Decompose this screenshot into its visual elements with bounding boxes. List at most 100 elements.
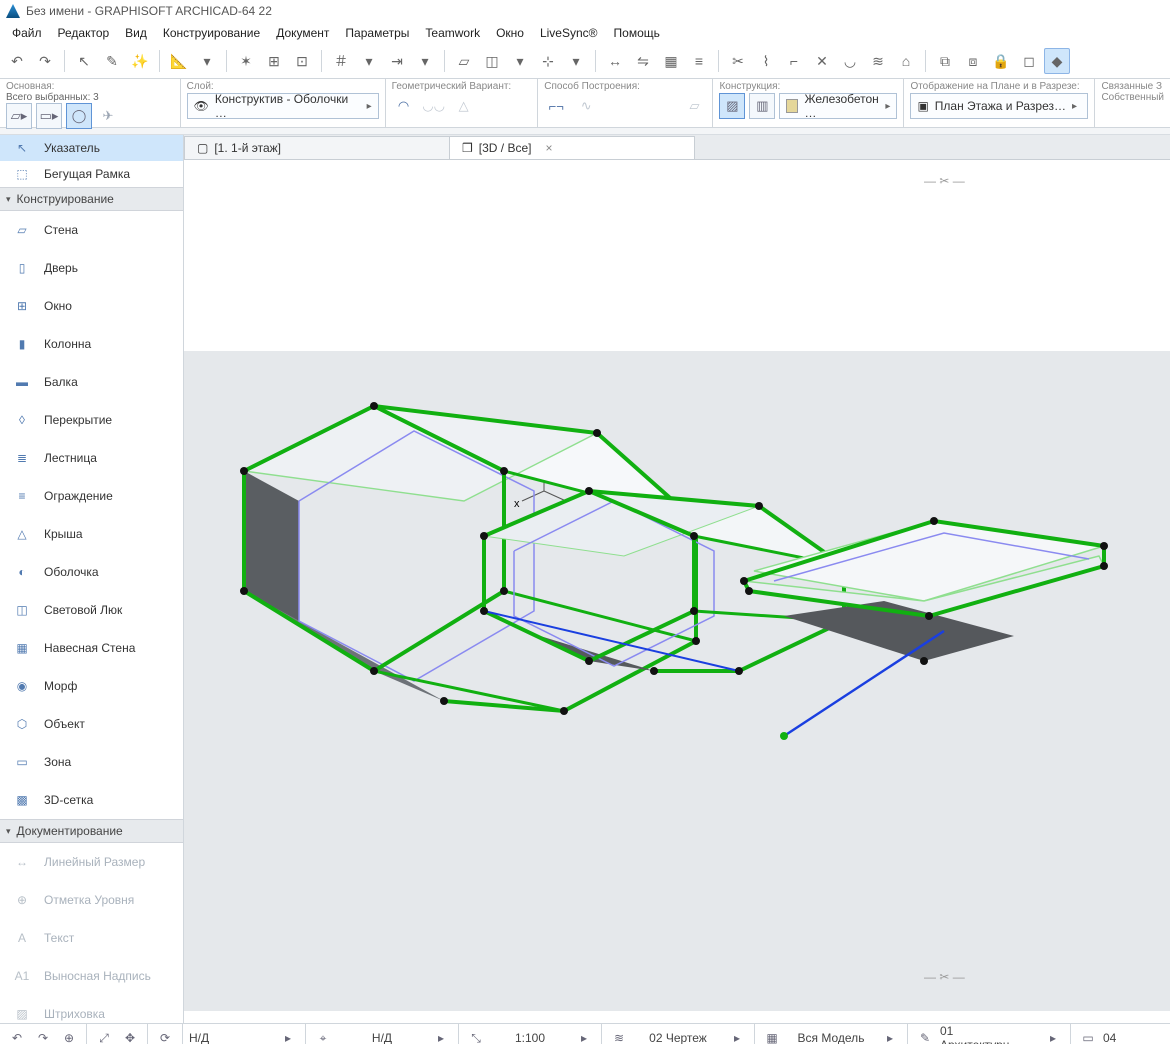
tool-wall[interactable]: ▱Стена [0,211,183,249]
fit-window-icon[interactable]: ⤢ [93,1027,115,1044]
intersect-icon[interactable]: ✕ [809,48,835,74]
align-icon[interactable]: ≡ [686,48,712,74]
menu-редактор[interactable]: Редактор [50,24,118,42]
pan-icon[interactable]: ✥ [119,1027,141,1044]
select-mode-1[interactable]: ▭▸ [36,103,62,129]
tool-pointer[interactable]: ↖ Указатель [0,135,183,161]
magic-icon[interactable]: ⌂ [893,48,919,74]
layer-selector[interactable]: 👁 Конструктив - Оболочки … ▸ [187,93,379,119]
tool-level[interactable]: ⊕Отметка Уровня [0,881,183,919]
chevron-right-icon[interactable]: ▸ [1042,1027,1064,1044]
plan-selector[interactable]: ▣ План Этажа и Разрез… ▸ [910,93,1088,119]
plane-icon[interactable]: ▱ [451,48,477,74]
geom-variant-3[interactable]: △ [452,94,476,118]
group2-icon[interactable]: ⧈ [960,48,986,74]
move-icon[interactable]: ↔ [602,48,628,74]
snap2-icon[interactable]: ⊞ [261,48,287,74]
section-documentation[interactable]: ▾ Документирование [0,819,183,843]
dropdown-icon[interactable]: ▾ [507,48,533,74]
lock-icon[interactable]: 🔒 [988,48,1014,74]
menu-документ[interactable]: Документ [268,24,337,42]
tool-slab[interactable]: ◊Перекрытие [0,401,183,439]
chevron-right-icon[interactable]: ▸ [277,1027,299,1044]
shell-settings-icon[interactable]: ▱▸ [6,103,32,129]
close-icon[interactable]: × [537,141,552,155]
menu-teamwork[interactable]: Teamwork [417,24,488,42]
chevron-right-icon[interactable]: ▸ [879,1027,901,1044]
page-icon[interactable]: ▭ [1077,1027,1099,1044]
camera-icon[interactable]: ⌖ [312,1027,334,1044]
arrow-icon[interactable]: ↖ [71,48,97,74]
tool-roof[interactable]: △Крыша [0,515,183,553]
tab-view[interactable]: ❒[3D / Все]× [449,136,695,159]
wand-icon[interactable]: ✨ [127,48,153,74]
fillet-icon[interactable]: ◡ [837,48,863,74]
material-selector[interactable]: Железобетон … ▸ [779,93,897,119]
redo-icon[interactable]: ↷ [32,48,58,74]
tool-beam[interactable]: ▬Балка [0,363,183,401]
orbit-icon[interactable]: ⟳ [154,1027,176,1044]
axes-icon[interactable]: ⊹ [535,48,561,74]
geom-variant-1[interactable]: ◠ [392,94,416,118]
tool-zone[interactable]: ▭Зона [0,743,183,781]
tool-fill[interactable]: ▨Штриховка [0,995,183,1023]
gridref-icon[interactable]: ▦ [658,48,684,74]
undo-icon[interactable]: ↶ [4,48,30,74]
tool-skylight[interactable]: ◫Световой Люк [0,591,183,629]
tool-door[interactable]: ▯Дверь [0,249,183,287]
tool-mesh[interactable]: ▩3D-сетка [0,781,183,819]
scale-icon[interactable]: ⤡ [465,1027,487,1044]
split-icon[interactable]: ⌇ [753,48,779,74]
tool-marquee[interactable]: ⬚ Бегущая Рамка [0,161,183,187]
menu-вид[interactable]: Вид [117,24,155,42]
chevron-right-icon[interactable]: ▸ [726,1027,748,1044]
guide-icon[interactable]: ⇥ [384,48,410,74]
suspend-icon[interactable]: ◻ [1016,48,1042,74]
construct-extra-icon[interactable]: ▱ [682,94,706,118]
tool-object[interactable]: ⬡Объект [0,705,183,743]
tool-text[interactable]: AТекст [0,919,183,957]
tool-morph[interactable]: ◉Морф [0,667,183,705]
struct-type-1[interactable]: ▨ [719,93,745,119]
group1-icon[interactable]: ⧉ [932,48,958,74]
pen-icon[interactable]: ✎ [914,1027,936,1044]
measure-icon[interactable]: ✎ [99,48,125,74]
planes-icon[interactable]: ◫ [479,48,505,74]
geom-variant-2[interactable]: ◡◡ [422,94,446,118]
tool-window[interactable]: ⊞Окно [0,287,183,325]
trim-icon[interactable]: ✂ [725,48,751,74]
tool-shell[interactable]: ◐Оболочка [0,553,183,591]
offset-icon[interactable]: ≋ [865,48,891,74]
model-icon[interactable]: ▦ [761,1027,783,1044]
dropdown-icon[interactable]: ▾ [194,48,220,74]
section-design[interactable]: ▾ Конструирование [0,187,183,211]
construct-mode-1[interactable]: ⌐¬ [544,94,568,118]
menu-параметры[interactable]: Параметры [337,24,417,42]
construct-mode-2[interactable]: ∿ [574,94,598,118]
menu-файл[interactable]: Файл [4,24,50,42]
tab-view[interactable]: ▢[1. 1-й этаж] [184,136,450,159]
tool-stair[interactable]: ≣Лестница [0,439,183,477]
adjust-icon[interactable]: ⌐ [781,48,807,74]
snap3-icon[interactable]: ⊡ [289,48,315,74]
dropdown-icon[interactable]: ▾ [356,48,382,74]
chevron-right-icon[interactable]: ▸ [430,1027,452,1044]
menu-конструирование[interactable]: Конструирование [155,24,268,42]
dropdown-icon[interactable]: ▾ [563,48,589,74]
menu-помощь[interactable]: Помощь [606,24,668,42]
zoom-next-icon[interactable]: ↷ [32,1027,54,1044]
tool-curtainwall[interactable]: ▦Навесная Стена [0,629,183,667]
snap1-icon[interactable]: ✶ [233,48,259,74]
ruler-icon[interactable]: 📐 [166,48,192,74]
grid-icon[interactable]: ＃ [328,48,354,74]
zoom-prev-icon[interactable]: ↶ [6,1027,28,1044]
tool-dim[interactable]: ↔Линейный Размер [0,843,183,881]
show-icon[interactable]: ◆ [1044,48,1070,74]
dropdown-icon[interactable]: ▾ [412,48,438,74]
tool-label[interactable]: A1Выносная Надпись [0,957,183,995]
tool-column[interactable]: ▮Колонна [0,325,183,363]
mirror-icon[interactable]: ⇋ [630,48,656,74]
layers-icon[interactable]: ≋ [608,1027,630,1044]
3d-viewport[interactable]: — ✂ — x y z [184,159,1170,1023]
chevron-right-icon[interactable]: ▸ [573,1027,595,1044]
